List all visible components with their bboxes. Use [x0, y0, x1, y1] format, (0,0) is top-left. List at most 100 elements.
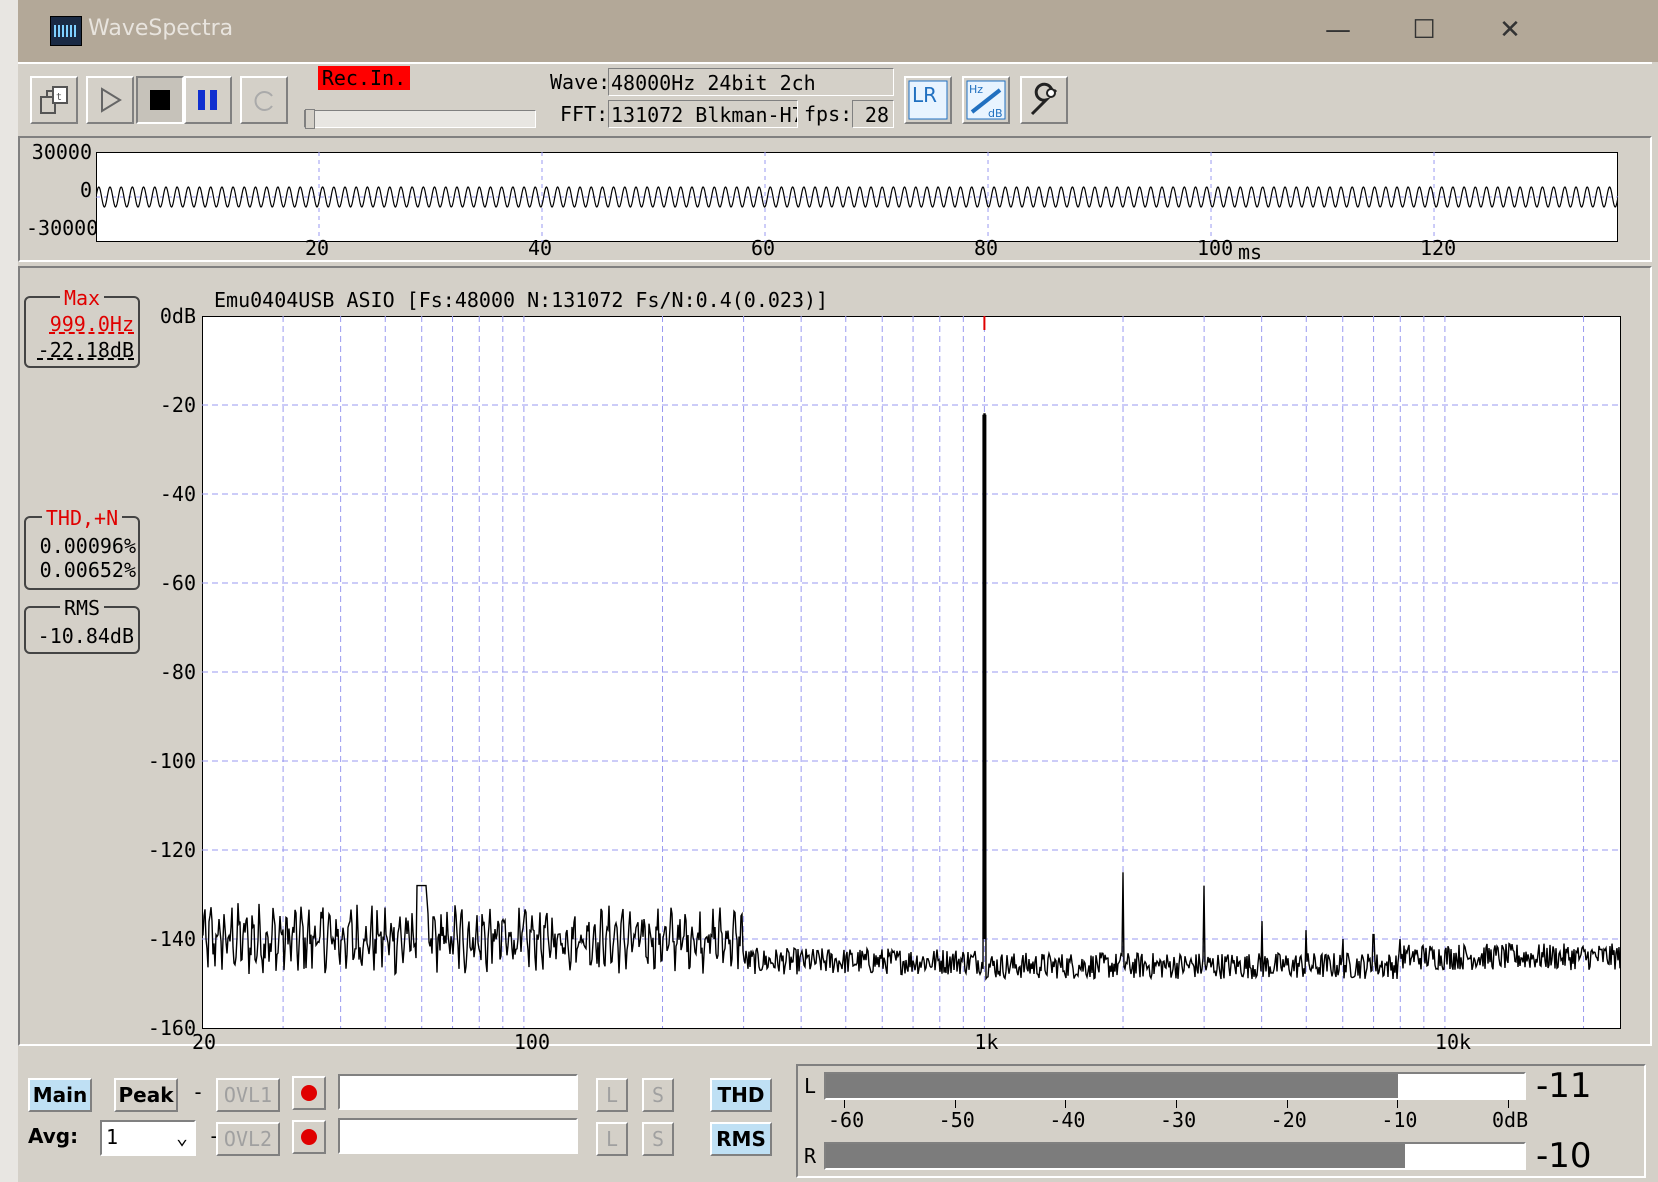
export-button[interactable]: t — [30, 76, 78, 124]
ovl2-name-input[interactable] — [338, 1118, 578, 1154]
meter-l-bar — [824, 1072, 1526, 1100]
meter-tick-mark — [1397, 1100, 1399, 1108]
wave-label: Wave: — [550, 70, 611, 94]
rms-info-box: RMS -10.84dB — [24, 596, 140, 654]
pause-button[interactable] — [184, 76, 232, 124]
waveform-plot[interactable] — [96, 152, 1618, 242]
peak-button[interactable]: Peak — [114, 1078, 178, 1112]
spectrum-plot[interactable] — [202, 316, 1622, 1030]
meter-r-label: R — [804, 1144, 817, 1168]
wave-x-unit: ms — [1238, 240, 1263, 264]
wave-y-tick: 0 — [79, 178, 92, 202]
meter-l-value: -11 — [1536, 1066, 1592, 1106]
spectrum-y-tick: -40 — [159, 482, 196, 506]
chevron-down-icon: ⌄ — [175, 1125, 188, 1149]
wave-x-tick: 100 — [1197, 236, 1234, 260]
meter-tick-mark — [844, 1100, 845, 1108]
wave-x-tick: 120 — [1420, 236, 1457, 260]
record-ovl2-button[interactable] — [292, 1120, 326, 1154]
rms-button[interactable]: RMS — [710, 1122, 772, 1156]
max-info-box: Max 999.0Hz -22.18dB — [24, 286, 140, 368]
meter-scale-tick: -20 — [1270, 1108, 1307, 1132]
bottom-panel: Main Peak - OVL1 L S Avg: 1 ⌄ - OVL2 L S… — [18, 1062, 1652, 1182]
ovl1-save-button[interactable]: S — [642, 1078, 674, 1112]
fft-label: FFT: — [560, 102, 609, 126]
minimize-button[interactable]: — — [1298, 8, 1378, 52]
wave-y-tick: 30000 — [31, 140, 92, 164]
pause-icon — [198, 90, 217, 110]
ovl2-load-button[interactable]: L — [596, 1122, 628, 1156]
record-dot-icon — [301, 1129, 317, 1145]
play-button[interactable] — [86, 76, 134, 124]
main-button[interactable]: Main — [28, 1078, 92, 1112]
wave-x-tick: 60 — [751, 236, 776, 260]
stop-button[interactable] — [136, 76, 184, 124]
lr-icon: LR — [908, 80, 948, 120]
meter-tick-mark — [1065, 1100, 1067, 1108]
close-button[interactable]: ✕ — [1470, 8, 1550, 52]
refresh-button[interactable] — [240, 76, 288, 124]
meter-tick-mark — [1286, 1100, 1288, 1108]
play-icon — [101, 87, 122, 113]
spectrum-y-tick: -120 — [147, 838, 196, 862]
rms-title: RMS — [59, 596, 105, 620]
rms-value: -10.84dB — [37, 624, 134, 648]
ovl1-name-input[interactable] — [338, 1074, 578, 1110]
spectrum-y-tick: -140 — [147, 927, 196, 951]
meter-r-bar — [824, 1142, 1526, 1170]
meter-l-fill — [826, 1074, 1399, 1098]
settings-wrench-icon — [1030, 82, 1058, 116]
refresh-icon — [254, 91, 273, 111]
avg-label: Avg: — [28, 1124, 79, 1148]
thd-button[interactable]: THD — [710, 1078, 772, 1112]
spectrum-x-tick: 1k — [974, 1030, 999, 1054]
rec-input-indicator: Rec.In. — [318, 66, 410, 90]
spectrum-x-tick: 100 — [513, 1030, 550, 1054]
record-ovl1-button[interactable] — [292, 1076, 326, 1110]
ovl2-save-button[interactable]: S — [642, 1122, 674, 1156]
lr-channel-button[interactable]: LR — [904, 76, 952, 124]
meter-tick-mark — [954, 1100, 956, 1108]
meter-scale-tick: -30 — [1160, 1108, 1197, 1132]
max-title: Max — [59, 286, 105, 310]
window-title: WaveSpectra — [88, 16, 234, 41]
thd-info-box: THD,+N 0.00096% 0.00652% — [24, 506, 140, 590]
thd-title: THD,+N — [41, 506, 123, 530]
spectrum-y-tick: 0dB — [159, 304, 196, 328]
spectrum-y-tick: -80 — [159, 660, 196, 684]
settings-button[interactable] — [1020, 76, 1068, 124]
hz-db-icon: HzdB — [966, 80, 1006, 120]
record-dot-icon — [301, 1085, 317, 1101]
toolbar: t Rec.In. Wave: 48000Hz 24bit 2ch FFT: 1… — [18, 62, 1652, 138]
stop-icon — [150, 90, 170, 110]
hz-text: Hz — [969, 83, 983, 96]
db-text: dB — [988, 107, 1003, 120]
title-bar[interactable]: WaveSpectra — ☐ ✕ — [18, 0, 1658, 62]
svg-text:t: t — [56, 92, 62, 103]
meter-scale-tick: -40 — [1049, 1108, 1086, 1132]
meter-tick-mark — [1176, 1100, 1177, 1108]
max-level: -22.18dB — [37, 338, 134, 362]
spectrum-x-tick: 20 — [192, 1030, 217, 1054]
avg-select[interactable]: 1 ⌄ — [100, 1120, 196, 1156]
position-slider[interactable] — [304, 109, 536, 129]
ovl1-button[interactable]: OVL1 — [216, 1078, 280, 1112]
spectrum-y-tick: -20 — [159, 393, 196, 417]
fps-label: fps: — [804, 102, 853, 126]
meter-r-fill — [826, 1144, 1406, 1168]
wave-format-field: 48000Hz 24bit 2ch — [608, 68, 894, 96]
meter-scale-tick: -10 — [1381, 1108, 1418, 1132]
wave-x-tick: 40 — [528, 236, 553, 260]
wave-x-tick: 20 — [305, 236, 330, 260]
maximize-button[interactable]: ☐ — [1384, 8, 1464, 52]
hz-db-scale-button[interactable]: Hz dB — [962, 76, 1010, 124]
spectrum-y-tick: -100 — [147, 749, 196, 773]
spectrum-y-tick: -60 — [159, 571, 196, 595]
spectrum-x-tick: 10k — [1434, 1030, 1472, 1054]
spectrum-y-tick: -160 — [147, 1016, 196, 1040]
ovl2-button[interactable]: OVL2 — [216, 1122, 280, 1156]
fft-setting-field: 131072 Blkman-H7 — [608, 100, 798, 128]
slider-thumb[interactable] — [305, 109, 315, 129]
max-frequency: 999.0Hz — [49, 312, 134, 336]
ovl1-load-button[interactable]: L — [596, 1078, 628, 1112]
